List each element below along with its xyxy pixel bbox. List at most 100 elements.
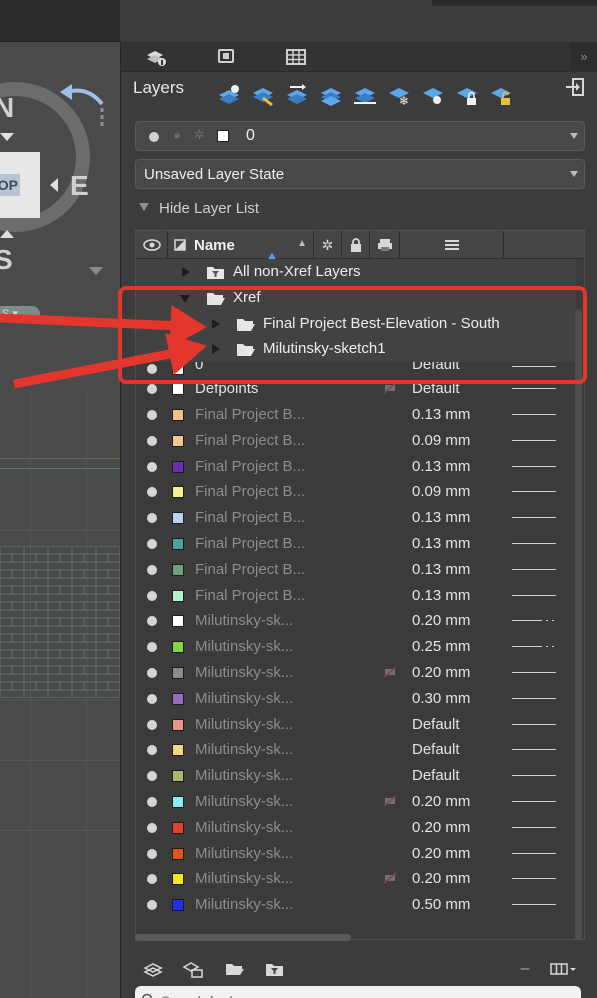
layer-color-swatch[interactable] <box>172 847 184 860</box>
linetype-line[interactable] <box>512 491 556 493</box>
layer-color-swatch[interactable] <box>172 666 184 679</box>
layer-lineweight[interactable]: 0.13 mm <box>412 561 470 578</box>
isolate-layer-button[interactable] <box>351 82 378 108</box>
visibility-dot-icon[interactable] <box>147 409 157 420</box>
match-layer-button[interactable] <box>317 82 344 108</box>
remove-filter-button[interactable]: – <box>513 958 537 980</box>
column-freeze[interactable]: ✲ <box>314 231 342 259</box>
float-palette-icon[interactable] <box>565 76 587 98</box>
layer-row[interactable]: Final Project B... 0.13 mm <box>136 583 576 609</box>
new-group-filter-button[interactable] <box>223 958 247 980</box>
layer-off-button[interactable] <box>419 82 446 108</box>
linetype-line[interactable] <box>512 439 556 441</box>
vertical-scrollbar[interactable] <box>575 309 582 939</box>
hide-layer-list-toggle[interactable]: Hide Layer List <box>139 200 259 217</box>
layer-color-swatch[interactable] <box>172 563 184 576</box>
visibility-dot-icon[interactable] <box>147 564 157 575</box>
unlock-layer-button[interactable] <box>487 82 514 108</box>
linetype-line[interactable] <box>512 723 556 725</box>
visibility-dot-icon[interactable] <box>147 745 157 756</box>
collapse-triangle-icon[interactable] <box>180 294 190 303</box>
layer-row[interactable]: Final Project B... 0.09 mm <box>136 428 576 454</box>
group-xref-milutinsky[interactable]: Milutinsky-sketch1 <box>136 336 576 363</box>
group-xref[interactable]: Xref <box>136 284 576 311</box>
viewcube-down-arrow-icon[interactable] <box>0 133 14 141</box>
layer-color-swatch[interactable] <box>172 460 184 473</box>
layer-color-swatch[interactable] <box>172 873 184 886</box>
linetype-line[interactable] <box>512 697 556 699</box>
layer-color-swatch[interactable] <box>172 641 184 654</box>
layer-row[interactable]: Milutinsky-sk... 0.20 mm <box>136 815 576 841</box>
visibility-dot-icon[interactable] <box>147 461 157 472</box>
layer-lineweight[interactable]: 0.13 mm <box>412 535 470 552</box>
layer-row[interactable]: Milutinsky-sk... 0.25 mm <box>136 634 576 660</box>
horizontal-scrollbar[interactable] <box>135 934 351 941</box>
column-visibility[interactable] <box>136 231 168 259</box>
visibility-dot-icon[interactable] <box>147 616 157 627</box>
layer-lineweight[interactable]: 0.09 mm <box>412 432 470 449</box>
lock-layer-button[interactable] <box>453 82 480 108</box>
layer-lineweight[interactable]: 0.20 mm <box>412 870 470 887</box>
visibility-dot-icon[interactable] <box>147 642 157 653</box>
layer-color-swatch[interactable] <box>172 408 184 421</box>
column-options-button[interactable] <box>549 958 579 980</box>
layer-lineweight[interactable]: 0.20 mm <box>412 819 470 836</box>
linetype-line[interactable] <box>512 800 556 802</box>
layer-color-swatch[interactable] <box>172 589 184 602</box>
layer-states-button[interactable] <box>181 958 205 980</box>
group-all-non-xref[interactable]: All non-Xref Layers <box>136 259 576 285</box>
layer-color-swatch[interactable] <box>172 363 184 376</box>
visibility-dot-icon[interactable] <box>147 822 157 833</box>
freeze-layer-button[interactable]: ❄ <box>385 82 412 108</box>
viewcube-north-label[interactable]: N <box>0 92 14 124</box>
no-plot-icon[interactable] <box>384 666 396 678</box>
visibility-dot-icon[interactable] <box>147 364 157 375</box>
layer-lineweight[interactable]: 0.30 mm <box>412 690 470 707</box>
layer-color-swatch[interactable] <box>172 744 184 757</box>
layer-color-swatch[interactable] <box>172 899 184 912</box>
linetype-line[interactable] <box>512 775 556 777</box>
layer-lineweight[interactable]: Default <box>412 362 460 373</box>
linetype-line[interactable] <box>512 671 556 673</box>
no-plot-icon[interactable] <box>384 382 396 394</box>
layer-color-swatch[interactable] <box>172 383 184 396</box>
column-plot[interactable] <box>370 231 400 259</box>
linetype-line[interactable] <box>512 826 556 828</box>
layer-row[interactable]: Final Project B... 0.13 mm <box>136 402 576 428</box>
layer-row[interactable]: Final Project B... 0.13 mm <box>136 531 576 557</box>
linetype-line[interactable] <box>512 878 556 880</box>
layer-color-swatch[interactable] <box>172 692 184 705</box>
drawing-viewport[interactable]: N E S OP S ▾ <box>0 0 120 998</box>
column-lock[interactable] <box>342 231 370 259</box>
wcs-menu[interactable]: S ▾ <box>0 306 40 322</box>
expand-triangle-icon[interactable] <box>212 344 220 355</box>
search-layer-input[interactable] <box>135 986 581 998</box>
layer-lineweight[interactable]: 0.20 mm <box>412 793 470 810</box>
layer-lineweight[interactable]: 0.13 mm <box>412 406 470 423</box>
new-layer-button[interactable] <box>215 82 242 108</box>
layer-row[interactable]: Final Project B... 0.13 mm <box>136 505 576 531</box>
visibility-dot-icon[interactable] <box>147 384 157 395</box>
visibility-dot-icon[interactable] <box>147 796 157 807</box>
linetype-line[interactable] <box>512 542 556 544</box>
layer-row[interactable]: Milutinsky-sk... 0.50 mm <box>136 892 576 918</box>
layer-lineweight[interactable]: Default <box>412 380 460 397</box>
expand-triangle-icon[interactable] <box>182 267 190 277</box>
layer-row[interactable]: Final Project B... 0.13 mm <box>136 454 576 480</box>
new-property-filter-button[interactable] <box>263 958 287 980</box>
linetype-line[interactable] <box>512 388 556 390</box>
linetype-line[interactable] <box>512 904 556 906</box>
viewcube-south-label[interactable]: S <box>0 244 13 276</box>
layer-lineweight[interactable]: Default <box>412 716 460 733</box>
linetype-line[interactable] <box>512 413 556 415</box>
layer-row-partial[interactable]: 0 Default <box>136 362 576 376</box>
visibility-dot-icon[interactable] <box>147 693 157 704</box>
layer-lineweight[interactable]: 0.20 mm <box>412 612 470 629</box>
layer-row[interactable]: Milutinsky-sk... 0.20 mm <box>136 866 576 892</box>
layer-row[interactable]: Milutinsky-sk... 0.20 mm <box>136 789 576 815</box>
visibility-dot-icon[interactable] <box>147 590 157 601</box>
layer-row[interactable]: Defpoints Default <box>136 376 576 402</box>
layer-color-swatch[interactable] <box>172 434 184 447</box>
delete-layer-button[interactable] <box>249 82 276 108</box>
visibility-dot-icon[interactable] <box>147 513 157 524</box>
